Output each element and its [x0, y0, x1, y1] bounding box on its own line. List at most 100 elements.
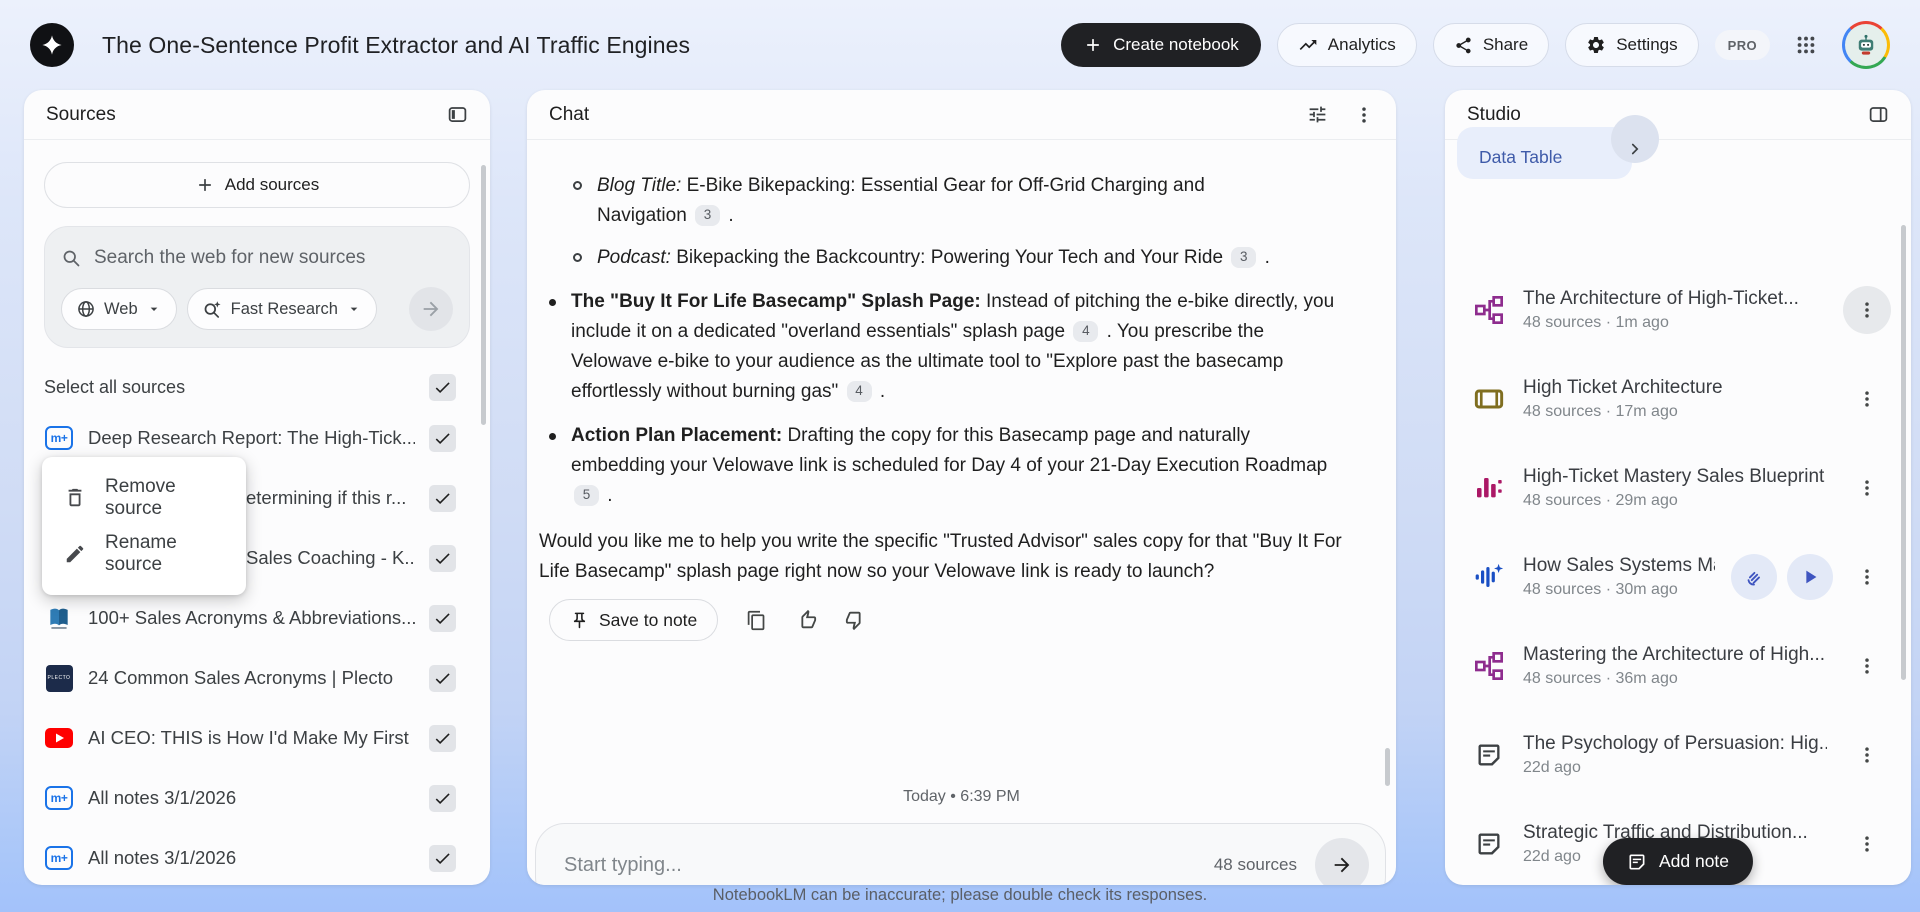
source-checkbox[interactable] — [429, 724, 456, 752]
studio-panel-title: Studio — [1467, 103, 1521, 125]
pencil-icon — [64, 543, 86, 565]
studio-item[interactable]: High Ticket Architecture 48 sources · 17m… — [1445, 354, 1911, 443]
source-count-label: 48 sources — [1213, 855, 1297, 874]
context-menu-item[interactable]: Rename source — [42, 526, 246, 582]
item-more-options-icon[interactable] — [1843, 464, 1891, 512]
youtube-icon — [44, 723, 74, 753]
studio-item-meta: 48 sources · 30m ago — [1523, 580, 1678, 598]
analytics-button[interactable]: Analytics — [1276, 23, 1417, 67]
studio-item-meta: 48 sources · 36m ago — [1523, 669, 1678, 687]
chip-scroll-button[interactable] — [1611, 115, 1659, 163]
source-row[interactable]: 100+ Sales Acronyms & Abbreviations... — [24, 588, 490, 648]
chat-panel-title: Chat — [549, 103, 590, 125]
add-note-button[interactable]: Add note — [1602, 838, 1754, 885]
interactive-hand-icon[interactable] — [1731, 553, 1777, 600]
settings-button[interactable]: Settings — [1565, 23, 1699, 67]
source-checkbox[interactable] — [429, 844, 456, 872]
search-sources-input[interactable] — [94, 247, 453, 269]
collapse-panel-icon[interactable] — [447, 104, 468, 125]
sources-scrollbar[interactable] — [481, 165, 486, 425]
source-checkbox[interactable] — [429, 544, 456, 572]
message-text: . — [602, 485, 613, 506]
studio-item-meta: 22d ago — [1523, 758, 1581, 776]
markdown-note-icon: m+ — [45, 786, 73, 810]
source-title: All notes 3/1/2026 — [88, 847, 237, 868]
studio-item[interactable]: How Sales Systems Map... 48 sources · 30m… — [1445, 532, 1911, 621]
add-sources-button[interactable]: Add sources — [44, 162, 470, 208]
user-avatar[interactable] — [1842, 21, 1890, 69]
source-checkbox[interactable] — [429, 424, 456, 452]
save-to-note-button[interactable]: Save to note — [549, 599, 719, 641]
plus-icon — [1083, 35, 1103, 55]
item-more-options-icon[interactable] — [1843, 731, 1891, 779]
source-title: AI CEO: THIS is How I'd Make My First ..… — [88, 727, 415, 748]
trash-icon — [64, 487, 86, 509]
citation-chip[interactable]: 4 — [846, 380, 872, 402]
notebooklm-app: The One-Sentence Profit Extractor and AI… — [0, 0, 1920, 912]
expand-panel-icon[interactable] — [1868, 104, 1889, 125]
copy-icon[interactable] — [746, 610, 767, 631]
notebook-title[interactable]: The One-Sentence Profit Extractor and AI… — [102, 32, 690, 59]
studio-item[interactable]: The Architecture of High-Ticket... 48 sou… — [1445, 265, 1911, 354]
citation-chip[interactable]: 3 — [695, 204, 721, 226]
studio-panel: Studio Data Table The Architecture of Hi… — [1445, 90, 1911, 885]
select-all-row: Select all sources — [44, 366, 456, 408]
research-mode-dropdown[interactable]: Fast Research — [186, 288, 377, 330]
sources-panel-title: Sources — [46, 103, 116, 125]
message-text: The "Buy It For Life Basecamp" Splash Pa… — [571, 291, 981, 312]
notebooklm-logo-icon[interactable] — [30, 23, 74, 67]
bullet-text: Action Plan Placement: Drafting the copy… — [571, 421, 1341, 511]
chat-settings-icon[interactable] — [1307, 104, 1328, 125]
studio-item[interactable]: High-Ticket Mastery Sales Blueprint 48 so… — [1445, 443, 1911, 532]
source-row[interactable]: AI CEO: THIS is How I'd Make My First ..… — [24, 708, 490, 768]
source-row[interactable]: m+ All notes 3/1/2026 — [24, 768, 490, 828]
chat-scrollbar[interactable] — [1385, 748, 1390, 786]
source-title: All notes 3/1/2026 — [88, 787, 237, 808]
message-actions-row: Save to note — [549, 599, 1339, 641]
book-icon — [44, 603, 74, 633]
item-more-options-icon[interactable] — [1843, 375, 1891, 423]
disclaimer-text: NotebookLM can be inaccurate; please dou… — [712, 886, 1208, 904]
apps-grid-icon[interactable] — [1786, 25, 1826, 65]
chat-text-input[interactable] — [564, 853, 1214, 877]
sources-panel-header: Sources — [24, 90, 490, 140]
item-more-options-icon[interactable] — [1843, 553, 1891, 601]
item-more-options-icon[interactable] — [1843, 285, 1891, 334]
source-checkbox[interactable] — [429, 604, 456, 632]
citation-chip[interactable]: 4 — [1073, 320, 1099, 342]
chat-more-options-icon[interactable] — [1354, 105, 1374, 125]
data-table-chip[interactable]: Data Table — [1457, 127, 1633, 179]
studio-item[interactable]: Mastering the Architecture of High... 48 … — [1445, 621, 1911, 710]
context-menu-item[interactable]: Remove source — [42, 470, 246, 526]
studio-item-title: High Ticket Architecture — [1523, 376, 1723, 398]
source-row[interactable]: PLECTO 24 Common Sales Acronyms | Plecto — [24, 648, 490, 708]
robot-avatar-image — [1845, 24, 1887, 66]
trending-up-icon — [1298, 35, 1318, 55]
item-more-options-icon[interactable] — [1843, 642, 1891, 690]
context-menu-label: Rename source — [105, 532, 177, 575]
thumbs-up-icon[interactable] — [795, 609, 817, 631]
search-submit-button[interactable] — [409, 287, 453, 331]
citation-chip[interactable]: 5 — [574, 484, 599, 506]
send-message-button[interactable] — [1315, 838, 1369, 885]
bullet-marker — [549, 433, 556, 440]
source-row[interactable]: m+ All notes 3/1/2026 — [24, 828, 490, 885]
web-filter-dropdown[interactable]: Web — [61, 288, 177, 330]
play-icon[interactable] — [1787, 553, 1833, 600]
studio-item-title: High-Ticket Mastery Sales Blueprint — [1523, 465, 1825, 487]
share-button[interactable]: Share — [1432, 23, 1550, 67]
create-notebook-button[interactable]: Create notebook — [1061, 23, 1261, 67]
thumbs-down-icon[interactable] — [845, 609, 867, 631]
source-checkbox[interactable] — [429, 784, 456, 812]
bullet-marker — [549, 299, 556, 306]
item-more-options-icon[interactable] — [1843, 820, 1891, 868]
source-checkbox[interactable] — [429, 484, 456, 512]
citation-chip[interactable]: 3 — [1231, 246, 1257, 268]
studio-item-text: High-Ticket Mastery Sales Blueprint 48 so… — [1523, 466, 1827, 510]
message-text: . — [1259, 247, 1270, 268]
source-checkbox[interactable] — [429, 664, 456, 692]
studio-item[interactable]: The Psychology of Persuasion: Hig... 22d … — [1445, 710, 1911, 799]
select-all-checkbox[interactable] — [429, 373, 456, 401]
studio-scrollbar[interactable] — [1901, 225, 1906, 680]
sub-bullet-item: Blog Title: E-Bike Bikepacking: Essentia… — [573, 171, 1273, 231]
